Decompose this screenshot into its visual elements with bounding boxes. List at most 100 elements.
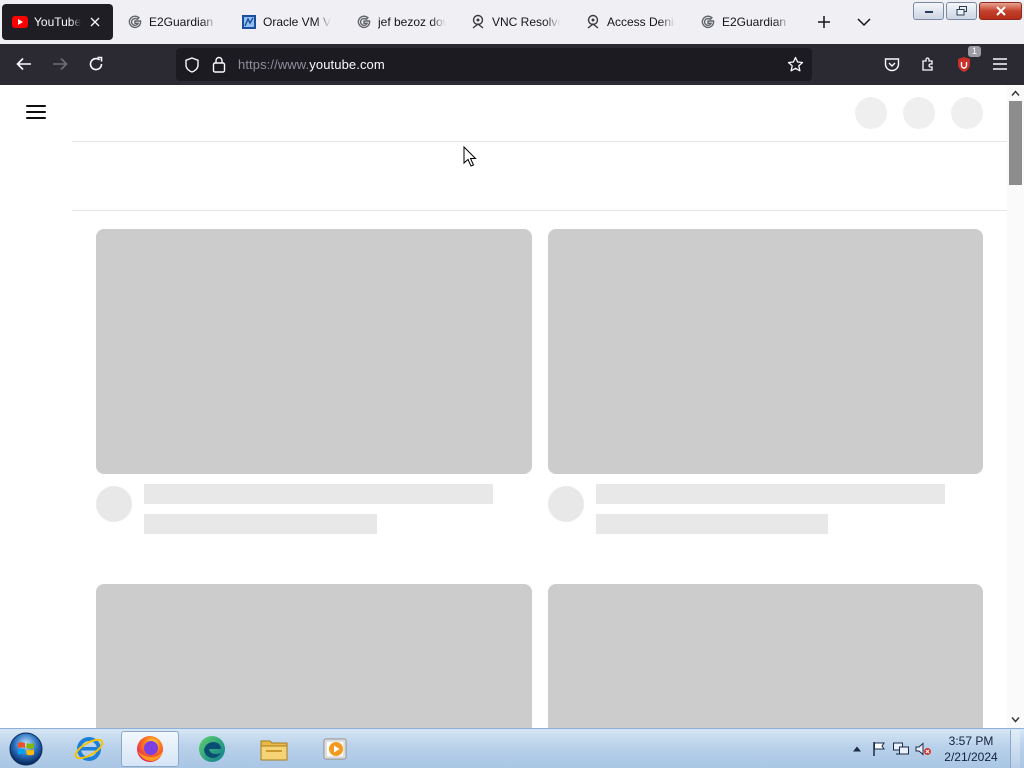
taskbar-edge[interactable]: [183, 731, 241, 767]
show-hidden-icons-button[interactable]: [846, 738, 868, 760]
extensions-button[interactable]: [914, 50, 942, 78]
restore-icon: [956, 6, 967, 16]
tab-vnc-resolver[interactable]: VNC Resolver: [460, 4, 570, 40]
list-all-tabs-button[interactable]: [850, 8, 878, 36]
web-page: [0, 85, 1024, 728]
youtube-favicon-icon: [12, 14, 28, 30]
new-tab-button[interactable]: [810, 8, 838, 36]
edge-icon: [199, 736, 225, 762]
meta-placeholder: [596, 514, 828, 534]
title-placeholder: [144, 484, 493, 504]
plus-icon: [818, 16, 830, 28]
page-scrollbar[interactable]: [1007, 85, 1024, 728]
ublock-origin-button[interactable]: 1: [950, 46, 981, 78]
windows-start-orb-icon: [9, 732, 43, 766]
vnc-favicon-icon: [470, 14, 486, 30]
scroll-down-arrow-icon[interactable]: [1011, 715, 1020, 724]
firefox-icon: [137, 736, 163, 762]
puzzle-piece-icon: [922, 57, 933, 71]
shield-icon[interactable]: [184, 57, 200, 78]
tab-e2guardian-1[interactable]: E2Guardian -: [117, 4, 227, 40]
video-thumbnail-placeholder: [96, 229, 532, 474]
pocket-button[interactable]: [878, 50, 906, 78]
header-placeholder-circle: [855, 97, 887, 129]
tab-label: E2Guardian -: [722, 15, 790, 29]
tab-label: E2Guardian -: [149, 15, 217, 29]
hamburger-menu-icon: [993, 58, 1007, 70]
volume-button[interactable]: [912, 738, 934, 760]
google-favicon-icon: [127, 14, 143, 30]
tab-access-denied[interactable]: Access Denie: [575, 4, 685, 40]
header-placeholder-circle: [903, 97, 935, 129]
google-favicon-icon: [356, 14, 372, 30]
url-domain: youtube.com: [309, 57, 385, 72]
pocket-icon: [884, 57, 900, 71]
network-button[interactable]: [890, 738, 912, 760]
menu-line: [26, 111, 46, 113]
menu-line: [26, 117, 46, 119]
vnc-favicon-icon: [585, 14, 601, 30]
bookmark-star-icon[interactable]: [787, 56, 804, 78]
channel-avatar-placeholder: [548, 486, 584, 522]
close-tab-icon[interactable]: [87, 14, 103, 30]
speaker-muted-icon: [915, 742, 931, 756]
scrollbar-thumb[interactable]: [1009, 101, 1022, 185]
google-favicon-icon: [700, 14, 716, 30]
close-window-button[interactable]: [979, 2, 1022, 20]
video-thumbnail-placeholder: [548, 229, 983, 474]
windows-taskbar: 3:57 PM 2/21/2024: [0, 728, 1024, 768]
menu-line: [26, 105, 46, 107]
meta-placeholder: [144, 514, 377, 534]
blocked-count-badge: 1: [968, 46, 981, 57]
restore-window-button[interactable]: [946, 2, 977, 20]
header-placeholder-circle: [951, 97, 983, 129]
start-button[interactable]: [6, 730, 46, 768]
lock-icon[interactable]: [212, 56, 226, 78]
tab-label: YouTube: [34, 15, 82, 29]
tab-oracle-vm[interactable]: Oracle VM Vir: [231, 4, 341, 40]
action-center-button[interactable]: [868, 738, 890, 760]
video-thumbnail-placeholder: [96, 584, 532, 728]
tab-label: Oracle VM Vir: [263, 15, 331, 29]
tab-label: jef bezoz dow: [378, 15, 446, 29]
media-player-icon: [323, 738, 347, 760]
tab-jef-bezoz[interactable]: jef bezoz dow: [346, 4, 456, 40]
taskbar-internet-explorer[interactable]: [60, 731, 118, 767]
header-divider: [72, 141, 1008, 142]
system-clock[interactable]: 3:57 PM 2/21/2024: [938, 733, 1004, 765]
scroll-up-arrow-icon[interactable]: [1011, 89, 1020, 98]
flag-icon: [873, 742, 885, 756]
back-button[interactable]: [10, 50, 38, 78]
taskbar-file-explorer[interactable]: [245, 731, 303, 767]
arrow-left-icon: [16, 57, 31, 71]
system-tray: 3:57 PM 2/21/2024: [846, 729, 1020, 769]
ublock-shield-icon: [958, 56, 970, 72]
clock-date: 2/21/2024: [944, 750, 998, 764]
title-placeholder: [596, 484, 945, 504]
address-bar[interactable]: https://www.youtube.com: [176, 48, 812, 81]
minimize-icon: [924, 11, 933, 13]
taskbar-firefox[interactable]: [121, 731, 179, 767]
tab-label: VNC Resolver: [492, 15, 560, 29]
taskbar-media-player[interactable]: [306, 731, 364, 767]
arrow-right-icon: [53, 57, 68, 71]
video-thumbnail-placeholder: [548, 584, 983, 728]
app-menu-button[interactable]: [986, 50, 1014, 78]
chips-divider: [72, 210, 1008, 211]
guide-menu-button[interactable]: [26, 104, 46, 120]
minimize-window-button[interactable]: [913, 2, 944, 20]
channel-avatar-placeholder: [96, 486, 132, 522]
chevron-down-icon: [857, 18, 871, 27]
forward-button[interactable]: [46, 50, 74, 78]
tab-youtube[interactable]: YouTube: [2, 4, 113, 40]
window-controls: [913, 2, 1022, 20]
tab-strip: YouTube E2Guardian - Oracle VM Vir jef b…: [0, 0, 1024, 44]
mouse-pointer-icon: [463, 146, 477, 167]
show-desktop-button[interactable]: [1010, 730, 1020, 768]
close-icon: [995, 6, 1006, 16]
folder-icon: [260, 740, 288, 761]
reload-button[interactable]: [82, 50, 110, 78]
url-text[interactable]: https://www.youtube.com: [238, 57, 385, 72]
tab-label: Access Denie: [607, 15, 675, 29]
tab-e2guardian-2[interactable]: E2Guardian -: [690, 4, 800, 40]
